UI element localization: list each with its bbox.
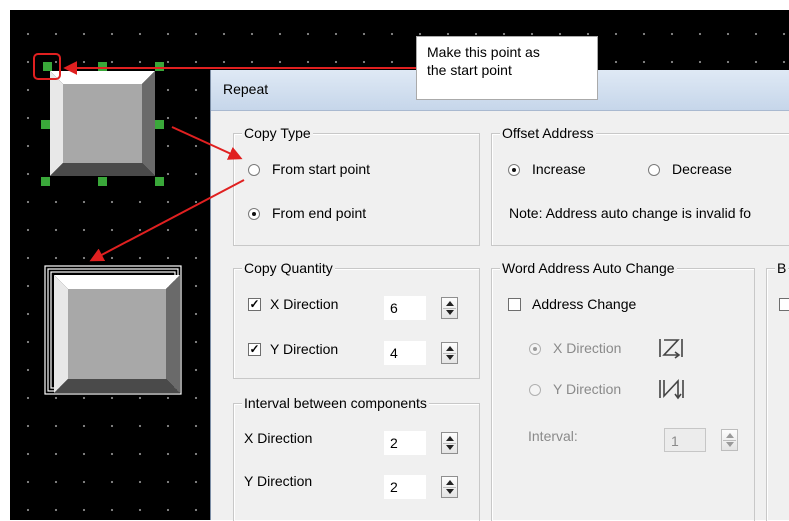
x-direction-order-icon [659,339,683,359]
partial-group: B [766,260,789,521]
copy-type-title: Copy Type [242,125,313,141]
decrease-radio[interactable] [648,164,660,176]
callout-text: Make this point as the start point [427,44,540,78]
x-direction-checkbox[interactable]: ✓ [248,298,261,311]
word-address-title: Word Address Auto Change [500,260,677,276]
increase-label[interactable]: Increase [532,161,586,177]
resize-handle-bottom-center[interactable] [98,177,107,186]
interval-x-spinner[interactable] [441,432,458,454]
decrease-label[interactable]: Decrease [672,161,732,177]
from-start-point-label[interactable]: From start point [272,161,384,177]
word-y-direction-label[interactable]: Y Direction [553,381,621,397]
interval-x-input[interactable]: 2 [384,431,426,455]
from-end-point-radio[interactable] [248,208,260,220]
partial-group-title: B [775,260,789,276]
x-quantity-input[interactable]: 6 [384,296,426,320]
word-y-direction-radio[interactable] [529,384,541,396]
stacked-copies-preview [44,265,182,395]
interval-components-title: Interval between components [242,395,429,411]
word-x-direction-radio[interactable] [529,343,541,355]
offset-address-note: Note: Address auto change is invalid fo [509,205,752,221]
resize-handle-bottom-left[interactable] [41,177,50,186]
repeat-dialog: Repeat Copy Type From start point From e… [210,70,789,521]
offset-address-group: Offset Address Increase Decrease Note: A… [491,125,789,246]
partial-group-checkbox[interactable] [779,298,789,311]
interval-y-input[interactable]: 2 [384,475,426,499]
interval-spinner[interactable] [721,429,738,451]
x-direction-label[interactable]: X Direction [270,296,338,312]
y-direction-order-icon [659,378,684,400]
from-start-point-radio[interactable] [248,164,260,176]
resize-handle-top-right[interactable] [155,62,164,71]
word-address-group: Word Address Auto Change Address Change … [491,260,755,521]
resize-handle-middle-right[interactable] [155,120,164,129]
y-quantity-spinner[interactable] [441,342,458,364]
resize-handle-top-center[interactable] [98,62,107,71]
y-direction-checkbox[interactable]: ✓ [248,343,261,356]
interval-label: Interval: [528,428,578,444]
word-x-direction-label[interactable]: X Direction [553,340,621,356]
copy-quantity-group: Copy Quantity ✓ X Direction 6 ✓ Y Direct… [233,260,480,379]
copy-type-group: Copy Type From start point From end poin… [233,125,480,246]
interval-components-group: Interval between components X Direction … [233,395,480,521]
offset-address-title: Offset Address [500,125,596,141]
address-change-label[interactable]: Address Change [532,296,636,312]
address-change-checkbox[interactable] [508,298,521,311]
x-quantity-spinner[interactable] [441,297,458,319]
interval-input[interactable]: 1 [664,428,706,452]
increase-radio[interactable] [508,164,520,176]
interval-x-label: X Direction [244,430,313,446]
y-direction-label[interactable]: Y Direction [270,341,338,357]
interval-y-label: Y Direction [244,473,313,489]
from-end-point-label[interactable]: From end point [272,205,366,221]
copy-quantity-title: Copy Quantity [242,260,335,276]
resize-handle-bottom-right[interactable] [155,177,164,186]
interval-y-spinner[interactable] [441,476,458,498]
y-quantity-input[interactable]: 4 [384,341,426,365]
start-point-marker [33,53,61,80]
dialog-title: Repeat [223,81,269,97]
resize-handle-middle-left[interactable] [41,120,50,129]
selected-component[interactable] [45,66,160,181]
callout-box: Make this point as the start point [416,36,598,100]
